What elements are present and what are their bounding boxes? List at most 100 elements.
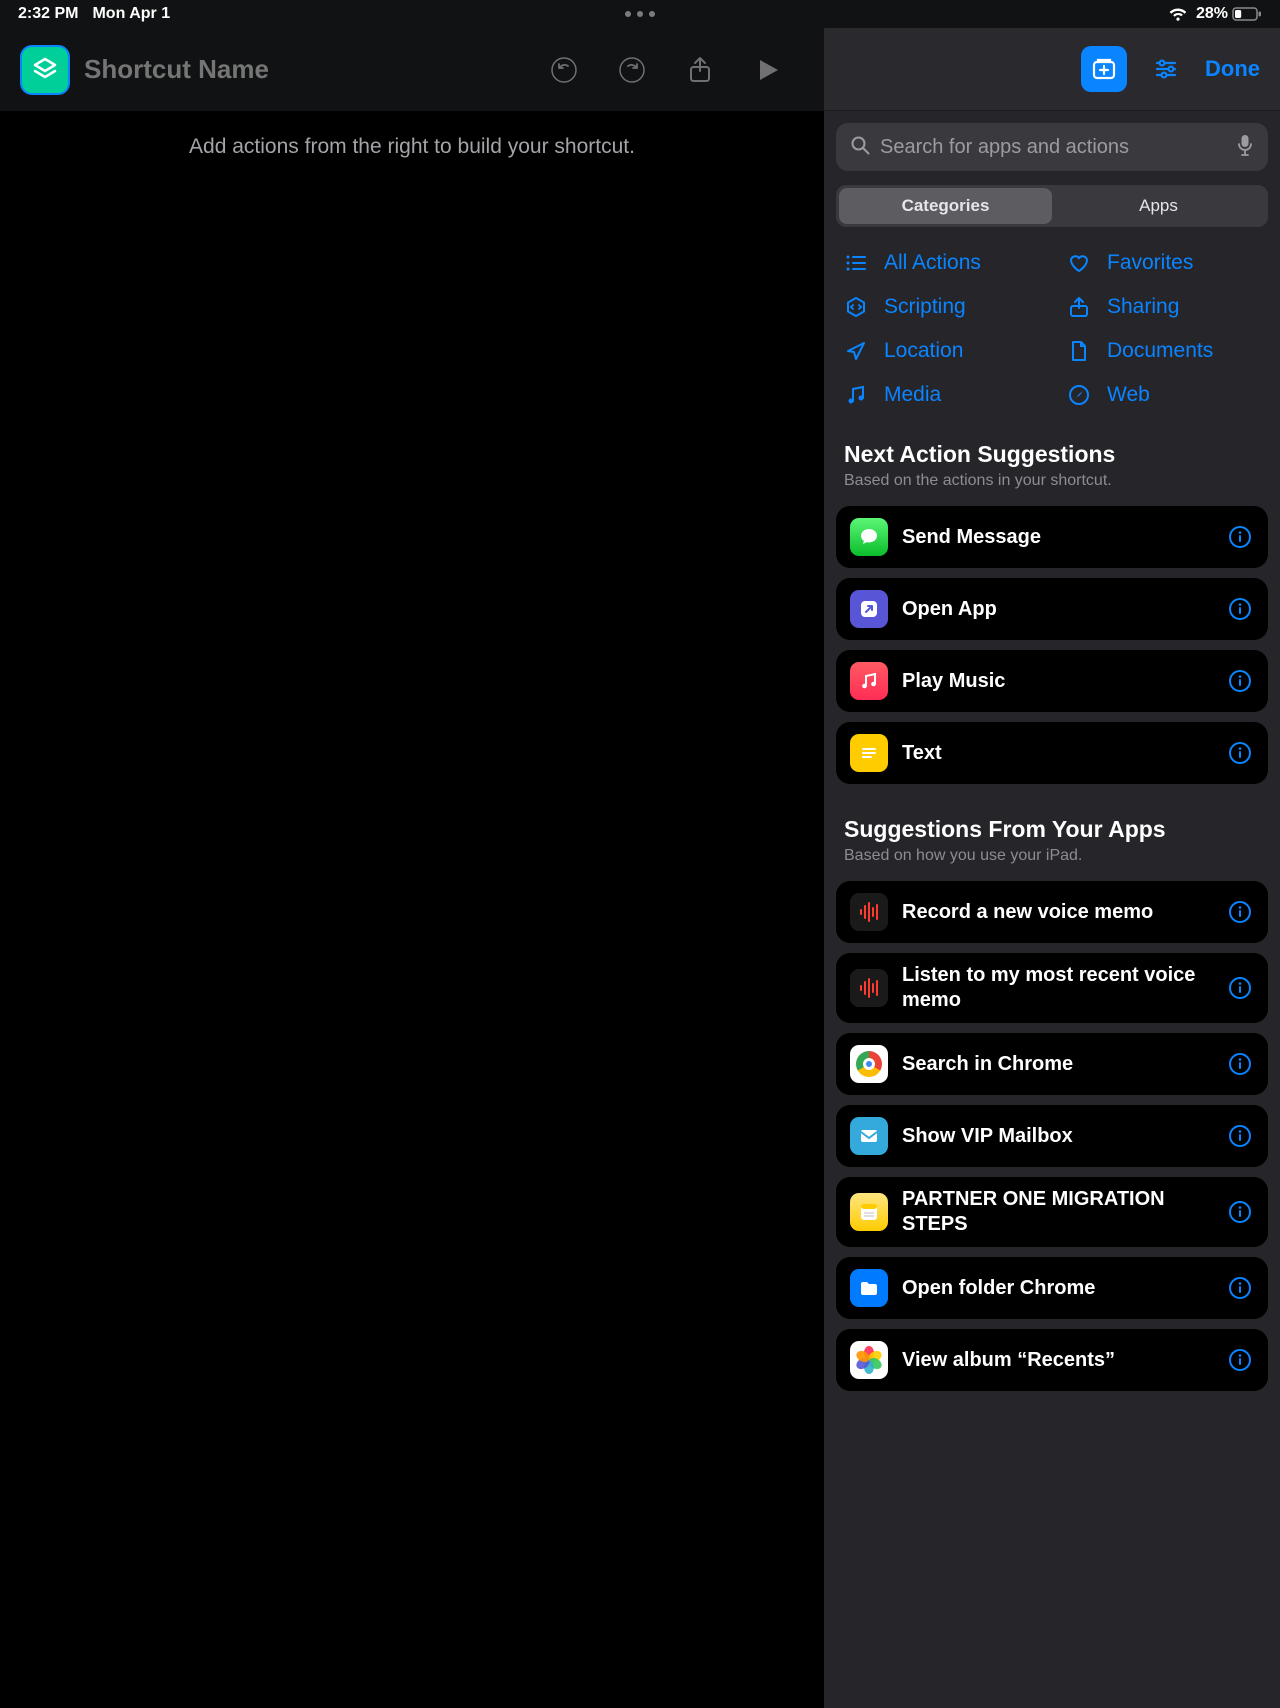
action-label: Open folder Chrome [902, 1276, 1212, 1301]
text-icon [850, 734, 888, 772]
action-open-note[interactable]: PARTNER ONE MIGRATION STEPS [836, 1177, 1268, 1247]
list-icon [844, 251, 868, 275]
status-time: 2:32 PM [18, 5, 78, 23]
info-button[interactable] [1226, 739, 1254, 767]
action-label: PARTNER ONE MIGRATION STEPS [902, 1187, 1212, 1237]
category-favorites[interactable]: Favorites [1067, 251, 1260, 275]
action-open-app[interactable]: Open App [836, 578, 1268, 640]
library-pane: Done Categories Apps [824, 28, 1280, 1708]
category-documents[interactable]: Documents [1067, 339, 1260, 363]
next-suggestions-header: Next Action Suggestions Based on the act… [836, 429, 1268, 494]
action-text[interactable]: Text [836, 722, 1268, 784]
voicememo-icon [850, 893, 888, 931]
share-button[interactable] [684, 54, 716, 86]
music-icon [844, 383, 868, 407]
shortcut-icon-chip[interactable] [20, 45, 70, 95]
run-button[interactable] [752, 54, 784, 86]
undo-button[interactable] [548, 54, 580, 86]
info-button[interactable] [1226, 523, 1254, 551]
action-label: View album “Recents” [902, 1348, 1212, 1373]
music-app-icon [850, 662, 888, 700]
info-button[interactable] [1226, 667, 1254, 695]
action-label: Send Message [902, 525, 1212, 550]
action-send-message[interactable]: Send Message [836, 506, 1268, 568]
segment-categories[interactable]: Categories [839, 188, 1052, 224]
section-subtitle: Based on how you use your iPad. [844, 847, 1260, 865]
redo-button[interactable] [616, 54, 648, 86]
mail-icon [850, 1117, 888, 1155]
category-sharing[interactable]: Sharing [1067, 295, 1260, 319]
category-grid: All Actions Favorites Scripting Sharing … [836, 251, 1268, 429]
category-scripting[interactable]: Scripting [844, 295, 1037, 319]
category-label: Documents [1107, 339, 1213, 363]
heart-icon [1067, 251, 1091, 275]
action-label: Search in Chrome [902, 1052, 1212, 1077]
files-icon [850, 1269, 888, 1307]
category-location[interactable]: Location [844, 339, 1037, 363]
action-label: Play Music [902, 669, 1212, 694]
multitask-indicator[interactable] [625, 11, 655, 17]
next-suggestions-list: Send Message Open App Play Music Text [836, 506, 1268, 804]
share-icon [1067, 295, 1091, 319]
voicememo-icon [850, 969, 888, 1007]
app-suggestions-list: Record a new voice memo Listen to my mos… [836, 881, 1268, 1411]
photos-icon [850, 1341, 888, 1379]
action-view-album-recents[interactable]: View album “Recents” [836, 1329, 1268, 1391]
dictate-icon[interactable] [1236, 134, 1254, 161]
app-suggestions-header: Suggestions From Your Apps Based on how … [836, 804, 1268, 869]
shortcut-name-input[interactable] [84, 54, 434, 85]
info-button[interactable] [1226, 1198, 1254, 1226]
info-button[interactable] [1226, 974, 1254, 1002]
editor-pane: Add actions from the right to build your… [0, 28, 824, 1708]
battery-percent: 28% [1196, 5, 1228, 23]
library-topbar: Done [824, 28, 1280, 111]
wifi-icon [1168, 7, 1188, 21]
search-input[interactable] [880, 136, 1226, 159]
category-web[interactable]: Web [1067, 383, 1260, 407]
editor-toolbar [0, 28, 824, 111]
status-date: Mon Apr 1 [92, 5, 170, 23]
location-icon [844, 339, 868, 363]
section-title: Next Action Suggestions [844, 441, 1260, 468]
action-label: Show VIP Mailbox [902, 1124, 1212, 1149]
info-button[interactable] [1226, 1274, 1254, 1302]
done-button[interactable]: Done [1205, 56, 1260, 82]
action-label: Record a new voice memo [902, 900, 1212, 925]
action-library-button[interactable] [1081, 46, 1127, 92]
info-button[interactable] [1226, 595, 1254, 623]
category-label: All Actions [884, 251, 981, 275]
info-button[interactable] [1226, 1122, 1254, 1150]
action-show-vip-mailbox[interactable]: Show VIP Mailbox [836, 1105, 1268, 1167]
category-label: Web [1107, 383, 1150, 407]
search-field[interactable] [836, 123, 1268, 171]
doc-icon [1067, 339, 1091, 363]
info-button[interactable] [1226, 1346, 1254, 1374]
search-icon [850, 135, 870, 160]
action-label: Open App [902, 597, 1212, 622]
canvas-empty-hint: Add actions from the right to build your… [0, 111, 824, 183]
category-media[interactable]: Media [844, 383, 1037, 407]
action-record-voice-memo[interactable]: Record a new voice memo [836, 881, 1268, 943]
action-open-folder-chrome[interactable]: Open folder Chrome [836, 1257, 1268, 1319]
action-label: Text [902, 741, 1212, 766]
action-label: Listen to my most recent voice memo [902, 963, 1212, 1013]
category-all-actions[interactable]: All Actions [844, 251, 1037, 275]
chrome-icon [850, 1045, 888, 1083]
action-play-music[interactable]: Play Music [836, 650, 1268, 712]
category-label: Media [884, 383, 941, 407]
action-search-chrome[interactable]: Search in Chrome [836, 1033, 1268, 1095]
category-label: Sharing [1107, 295, 1179, 319]
status-bar: 2:32 PM Mon Apr 1 28% [0, 0, 1280, 28]
section-title: Suggestions From Your Apps [844, 816, 1260, 843]
messages-icon [850, 518, 888, 556]
action-listen-voice-memo[interactable]: Listen to my most recent voice memo [836, 953, 1268, 1023]
category-label: Location [884, 339, 963, 363]
safari-icon [1067, 383, 1091, 407]
library-segmented-control[interactable]: Categories Apps [836, 185, 1268, 227]
info-button[interactable] [1226, 898, 1254, 926]
shortcut-settings-button[interactable] [1151, 54, 1181, 84]
scripting-icon [844, 295, 868, 319]
battery-icon [1232, 7, 1262, 21]
info-button[interactable] [1226, 1050, 1254, 1078]
segment-apps[interactable]: Apps [1052, 188, 1265, 224]
